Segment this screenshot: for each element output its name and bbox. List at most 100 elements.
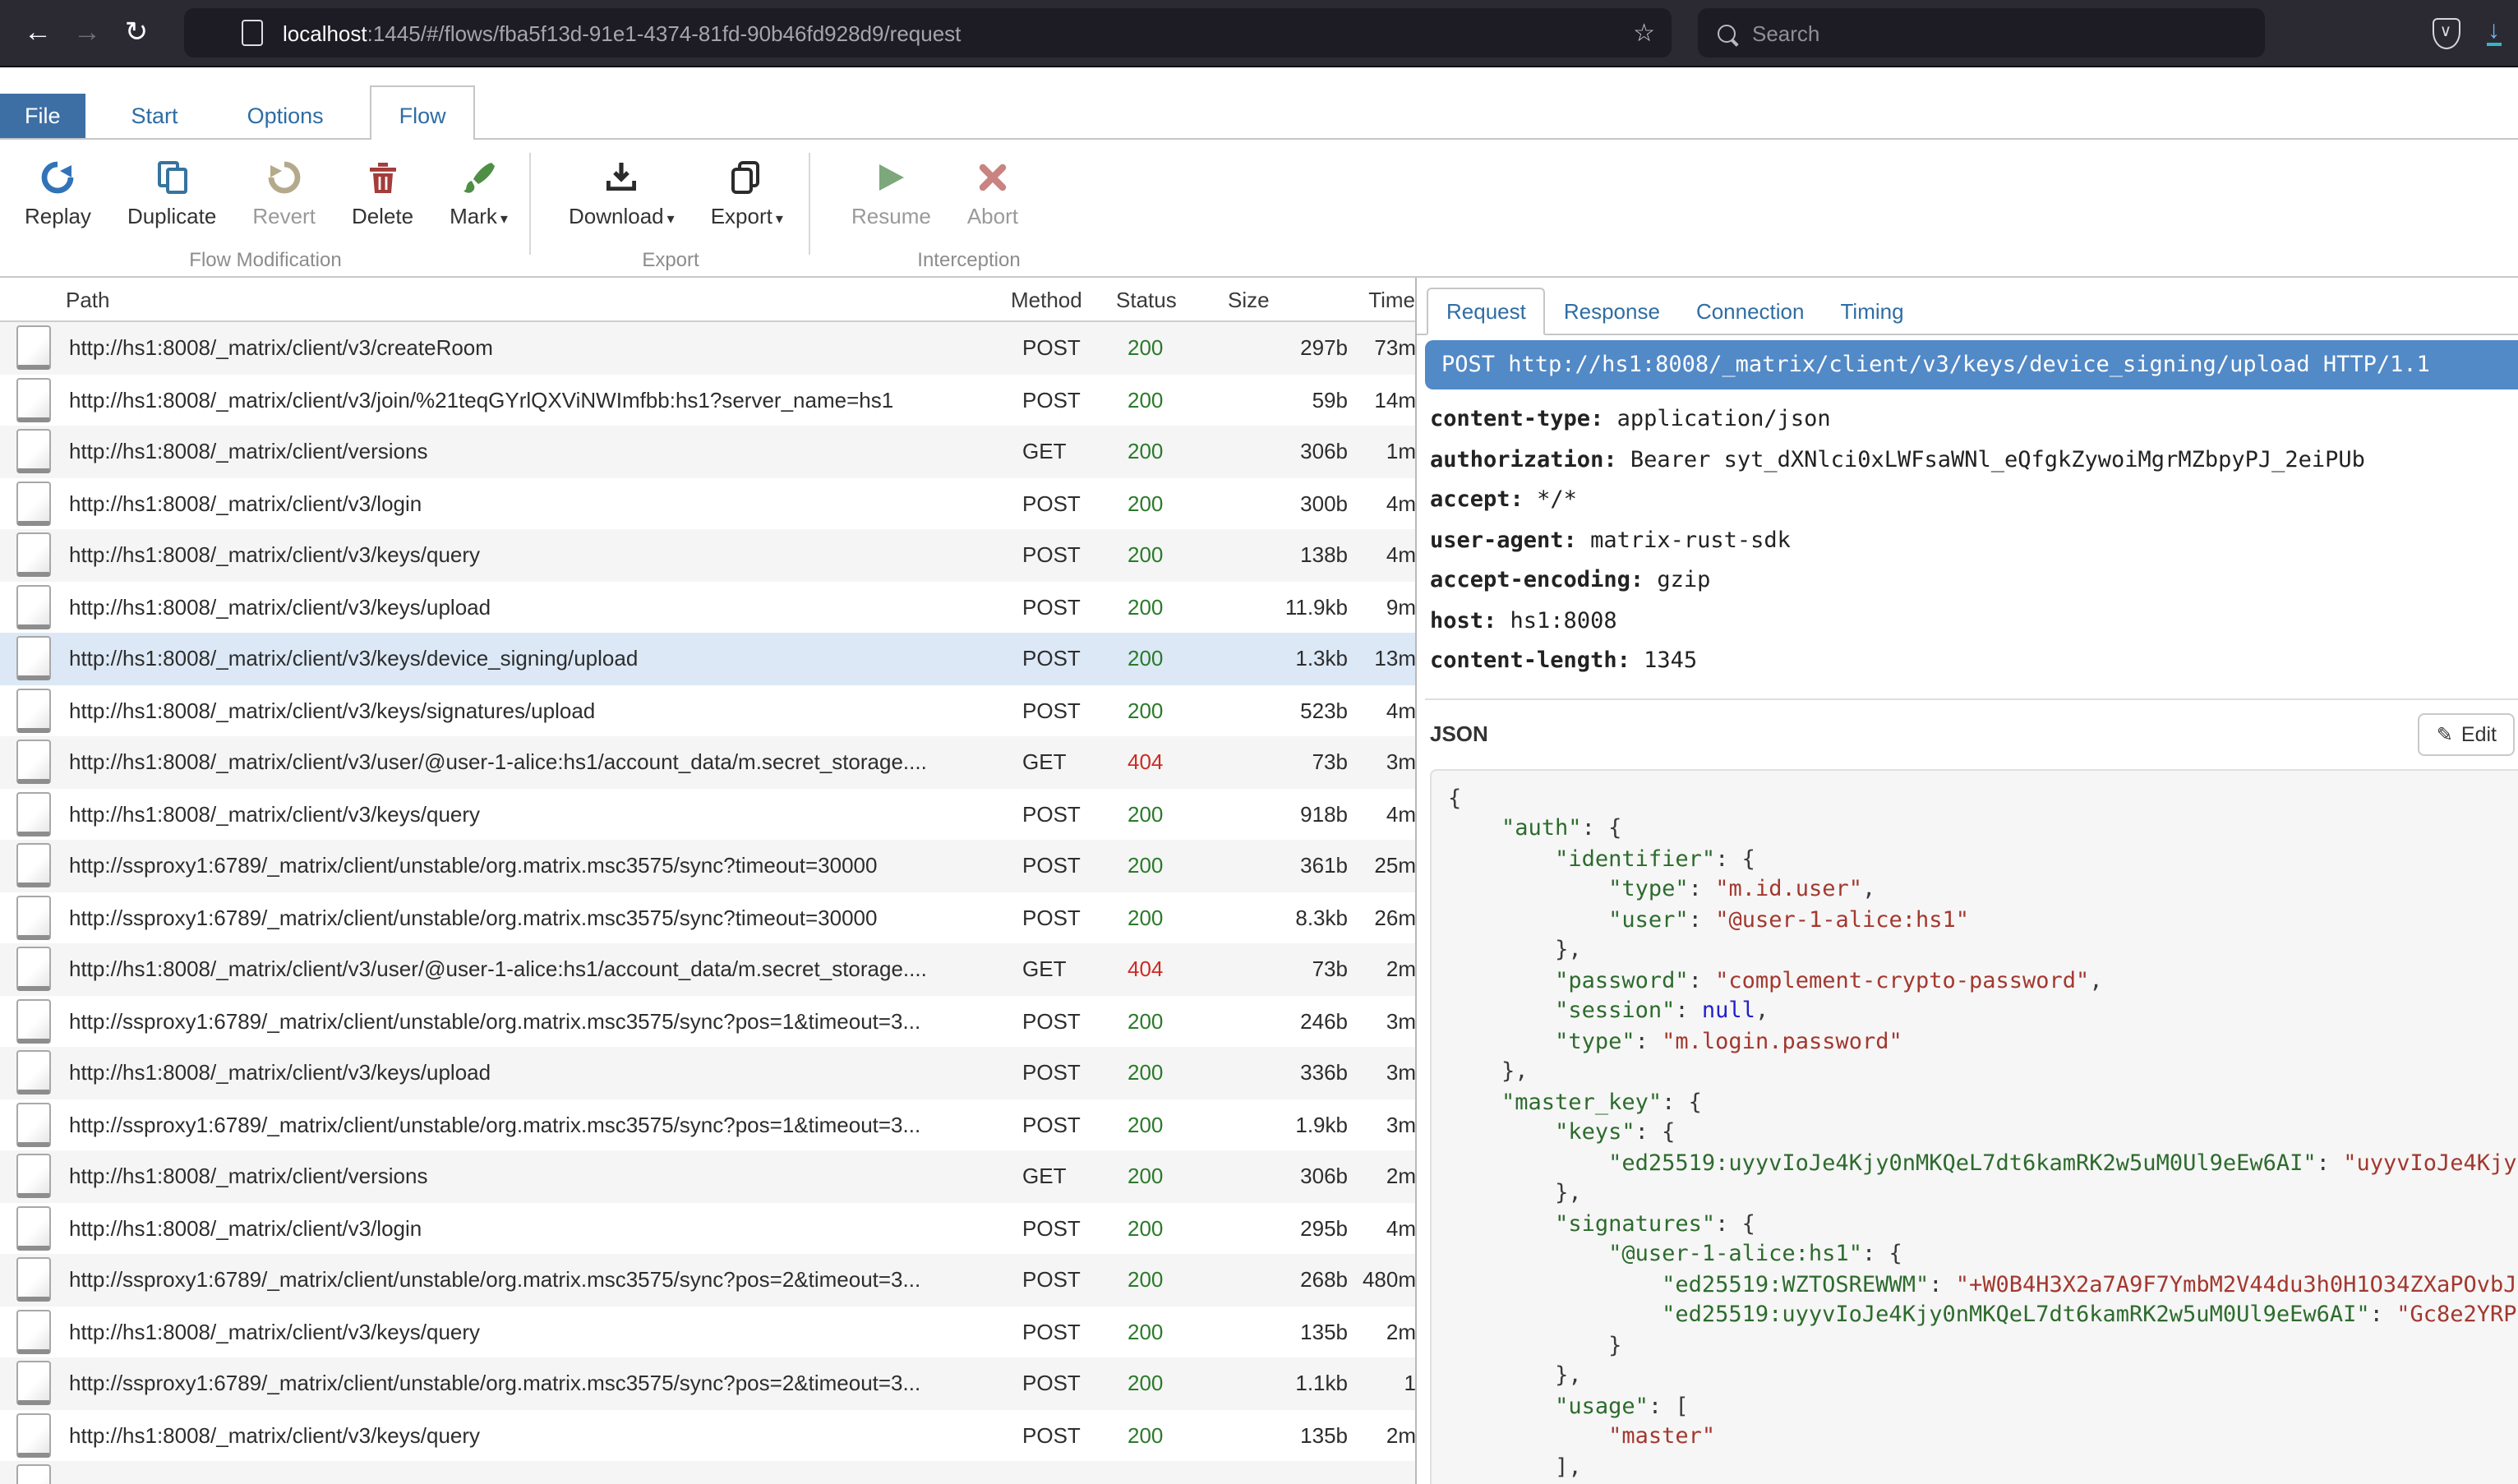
flow-row[interactable]: http://hs1:8008/_matrix/client/v3/keys/q… (0, 1409, 1415, 1461)
flow-row[interactable]: http://hs1:8008/_matrix/client/v3/keys/q… (0, 788, 1415, 840)
caret-down-icon: ▾ (667, 210, 675, 227)
extension-shield-icon[interactable]: ∨ (2432, 17, 2460, 48)
flow-row[interactable]: http://hs1:8008/_matrix/client/v3/join/%… (0, 374, 1415, 426)
back-icon[interactable]: ← (13, 16, 62, 49)
flow-row[interactable]: http://hs1:8008/_matrix/client/v3/loginP… (0, 477, 1415, 529)
json-token-k: "type" (1555, 1028, 1635, 1054)
flow-row[interactable]: http://hs1:8008/_matrix/client/v3/create… (0, 322, 1415, 374)
flow-row[interactable]: http://hs1:8008/_matrix/client/versionsG… (0, 1150, 1415, 1202)
flow-time: 13ms (1348, 647, 1417, 671)
flow-time: 73ms (1348, 336, 1417, 361)
flow-row[interactable]: http://ssproxy1:6789/_matrix/client/unst… (0, 1099, 1415, 1150)
flow-row[interactable]: http://ssproxy1:6789/_matrix/client/unst… (0, 892, 1415, 943)
group-flow-modification: Replay Duplicate Revert Delete (0, 140, 531, 276)
document-icon (16, 533, 51, 578)
resume-button[interactable]: Resume (833, 153, 949, 232)
revert-button[interactable]: Revert (234, 153, 334, 232)
url-path: :1445/#/flows/fba5f13d-91e1-4374-81fd-90… (367, 21, 962, 45)
flow-size: 1.3kb (1216, 647, 1348, 671)
tab-request[interactable]: Request (1427, 288, 1546, 335)
bookmark-star-icon[interactable]: ☆ (1633, 18, 1655, 48)
json-token-p: : (1929, 1271, 1956, 1297)
flow-row[interactable]: http://ssproxy1:6789/_matrix/client/unst… (0, 840, 1415, 892)
flow-row[interactable]: http://hs1:8008/_matrix/client/v3/keys/u… (0, 1047, 1415, 1099)
menu-start[interactable]: Start (108, 94, 201, 138)
json-token-n: null (1702, 998, 1755, 1024)
flow-status: 200 (1128, 1164, 1216, 1189)
replay-button[interactable]: Replay (7, 153, 109, 232)
flow-method: POST (1022, 906, 1128, 930)
json-line: }, (1448, 935, 2518, 966)
json-token-k: "identifier" (1555, 846, 1715, 872)
json-token-s: "m.login.password" (1662, 1028, 1902, 1054)
edit-button[interactable]: ✎Edit (2419, 712, 2515, 755)
json-token-p: : [ (1649, 1393, 1689, 1419)
tracking-shield-icon[interactable] (201, 21, 222, 45)
flow-size: 918b (1216, 802, 1348, 827)
flow-row[interactable]: http://ssproxy1:6789/_matrix/client/unst… (0, 995, 1415, 1047)
page-info-icon[interactable] (242, 20, 263, 46)
tab-timing[interactable]: Timing (1823, 289, 1922, 334)
flow-status: 200 (1128, 1423, 1216, 1448)
header-line: accept-encoding: gzip (1430, 567, 2518, 607)
document-icon (16, 637, 51, 681)
flow-size: 138b (1216, 543, 1348, 568)
reload-icon[interactable]: ↻ (112, 16, 161, 49)
downloads-icon[interactable]: ↓ (2486, 20, 2502, 46)
flow-row[interactable]: http://hs1:8008/_matrix/client/v3/user/@… (0, 736, 1415, 788)
flow-size: 11.9kb (1216, 595, 1348, 620)
export-button[interactable]: Export▾ (693, 153, 801, 232)
flow-status: 200 (1128, 647, 1216, 671)
header-name: authorization: (1430, 446, 1617, 472)
flow-row[interactable]: http://hs1:8008/_matrix/client/v3/keys/u… (0, 581, 1415, 633)
flow-row[interactable]: http://hs1:8008/_matrix/client/v3/keys/d… (0, 633, 1415, 684)
flow-row[interactable] (0, 1461, 1415, 1484)
json-token-p: , (1862, 876, 1875, 902)
flow-row[interactable]: http://hs1:8008/_matrix/client/v3/user/@… (0, 943, 1415, 995)
flow-row[interactable]: http://ssproxy1:6789/_matrix/client/unst… (0, 1254, 1415, 1306)
json-token-p: { (1448, 785, 1461, 811)
flow-row[interactable]: http://hs1:8008/_matrix/client/v3/keys/q… (0, 529, 1415, 581)
download-button[interactable]: Download▾ (551, 153, 693, 232)
search-bar[interactable]: Search (1698, 8, 2265, 58)
flow-size: 59b (1216, 388, 1348, 412)
json-token-p: }, (1555, 1180, 1582, 1206)
header-line: accept: */* (1430, 486, 2518, 527)
document-icon (16, 740, 51, 785)
flow-row[interactable]: http://hs1:8008/_matrix/client/v3/keys/s… (0, 684, 1415, 736)
url-text[interactable]: localhost:1445/#/flows/fba5f13d-91e1-437… (283, 21, 1620, 45)
json-line: "password": "complement-crypto-password"… (1448, 966, 2518, 996)
tab-connection[interactable]: Connection (1678, 289, 1823, 334)
menu-options[interactable]: Options (224, 94, 347, 138)
mark-button[interactable]: Mark▾ (431, 153, 526, 232)
flow-row[interactable]: http://hs1:8008/_matrix/client/v3/loginP… (0, 1202, 1415, 1254)
abort-button[interactable]: Abort (949, 153, 1036, 232)
header-value: 1345 (1630, 648, 1697, 674)
flow-time: 4ms (1348, 543, 1417, 568)
flow-size: 73b (1216, 750, 1348, 775)
json-line: "keys": { (1448, 1118, 2518, 1148)
flow-row[interactable]: http://hs1:8008/_matrix/client/v3/keys/q… (0, 1306, 1415, 1357)
tab-response[interactable]: Response (1546, 289, 1678, 334)
download-icon (603, 156, 639, 199)
menu-flow-active-tab[interactable]: Flow (370, 85, 476, 140)
flow-path: http://hs1:8008/_matrix/client/v3/user/@… (69, 957, 1022, 982)
flow-size: 1.9kb (1216, 1113, 1348, 1137)
flow-row[interactable]: http://ssproxy1:6789/_matrix/client/unst… (0, 1357, 1415, 1409)
flow-time: 2ms (1348, 1423, 1417, 1448)
json-token-s: "complement-crypto-password" (1715, 967, 2089, 993)
delete-button[interactable]: Delete (334, 153, 431, 232)
flow-status: 200 (1128, 1268, 1216, 1293)
document-icon (16, 999, 51, 1044)
duplicate-button[interactable]: Duplicate (109, 153, 234, 232)
json-token-p: : (1675, 998, 1702, 1024)
flow-row[interactable]: http://hs1:8008/_matrix/client/versionsG… (0, 426, 1415, 477)
url-bar[interactable]: localhost:1445/#/flows/fba5f13d-91e1-437… (184, 8, 1672, 58)
json-token-p: : { (1582, 815, 1622, 841)
forward-icon[interactable]: → (62, 16, 112, 49)
flow-path: http://ssproxy1:6789/_matrix/client/unst… (69, 906, 1022, 930)
json-line: "master" (1448, 1422, 2518, 1452)
request-first-line[interactable]: POST http://hs1:8008/_matrix/client/v3/k… (1425, 340, 2518, 389)
menu-file[interactable]: File (0, 94, 85, 138)
json-body-view[interactable]: { "auth": { "identifier": { "type": "m.i… (1430, 768, 2518, 1484)
